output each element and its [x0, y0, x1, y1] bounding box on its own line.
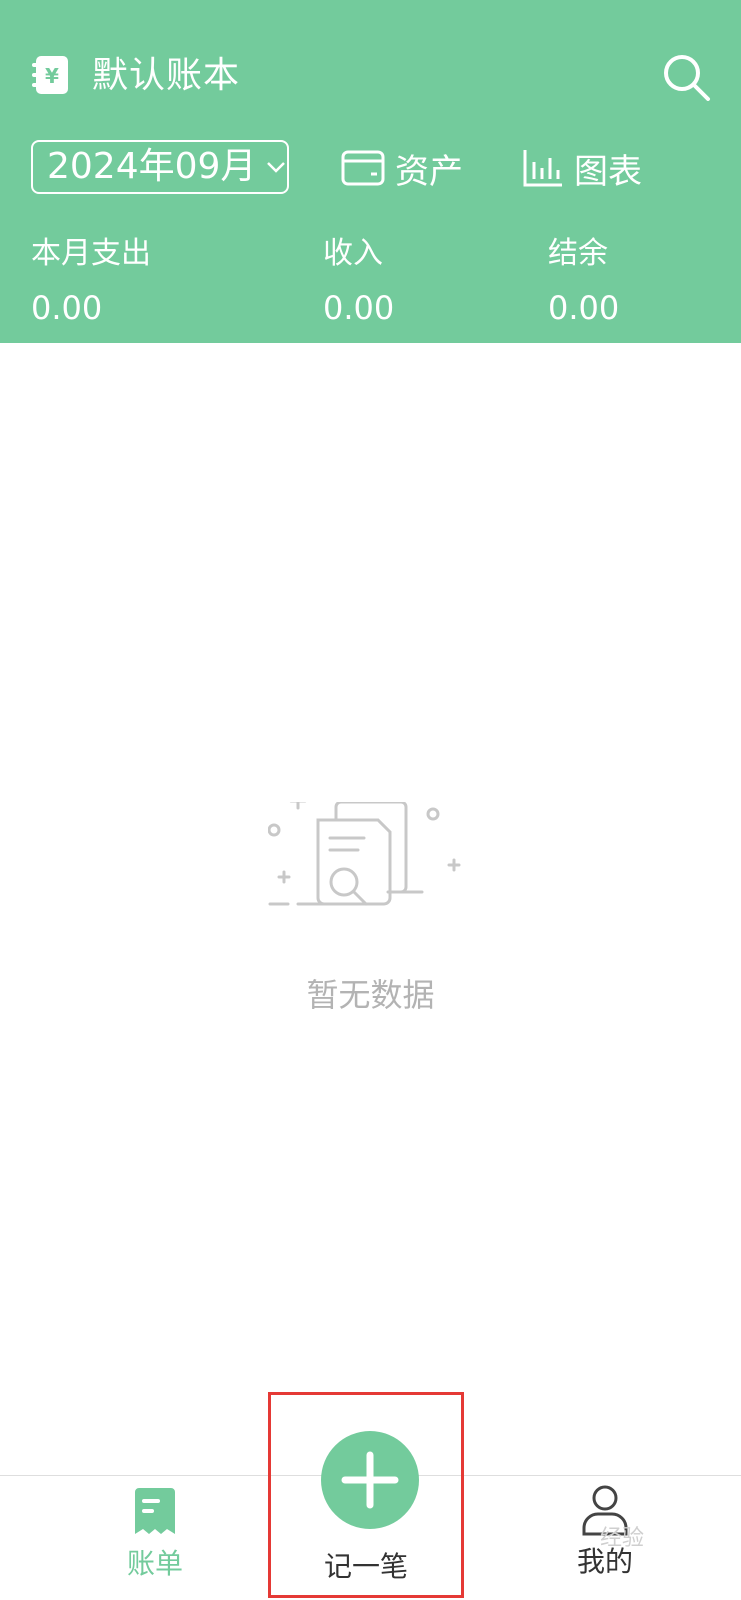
charts-button[interactable]: 图表	[522, 143, 642, 193]
month-label: 2024年09月	[47, 146, 257, 187]
balance-summary: 结余 0.00	[548, 236, 619, 328]
wallet-icon	[341, 150, 385, 186]
book-yen-icon: ¥	[32, 56, 68, 94]
search-icon[interactable]	[662, 53, 712, 101]
chevron-down-icon	[267, 162, 286, 173]
balance-label: 结余	[548, 236, 608, 271]
ledger-title[interactable]: 默认账本	[92, 54, 240, 98]
empty-state-text: 暂无数据	[306, 976, 435, 1014]
income-summary: 收入 0.00	[323, 236, 394, 328]
income-label: 收入	[323, 236, 383, 271]
add-circle[interactable]	[321, 1431, 419, 1529]
plus-icon	[341, 1451, 399, 1509]
tab-bills[interactable]: 账单	[95, 1488, 215, 1582]
add-record-button[interactable]: 记一笔	[268, 1392, 464, 1598]
bar-chart-icon	[523, 150, 562, 187]
charts-label: 图表	[574, 151, 642, 192]
svg-text:¥: ¥	[45, 64, 59, 88]
watermark: 经验	[600, 1526, 645, 1551]
assets-button[interactable]: 资产	[341, 143, 463, 193]
month-selector[interactable]: 2024年09月	[31, 140, 289, 194]
tab-bills-label: 账单	[126, 1547, 183, 1580]
balance-value: 0.00	[548, 289, 620, 327]
bill-icon	[135, 1488, 175, 1534]
expense-value: 0.00	[31, 289, 103, 327]
assets-label: 资产	[395, 151, 463, 192]
add-record-label: 记一笔	[323, 1550, 408, 1583]
expense-summary: 本月支出 0.00	[31, 236, 151, 328]
header-bar: ¥ 默认账本 2024年09月 资产 图表 本月支出 0.00 收入 0.00 …	[0, 0, 741, 343]
expense-label: 本月支出	[31, 236, 151, 271]
income-value: 0.00	[323, 289, 395, 327]
empty-document-search-icon	[268, 802, 461, 906]
